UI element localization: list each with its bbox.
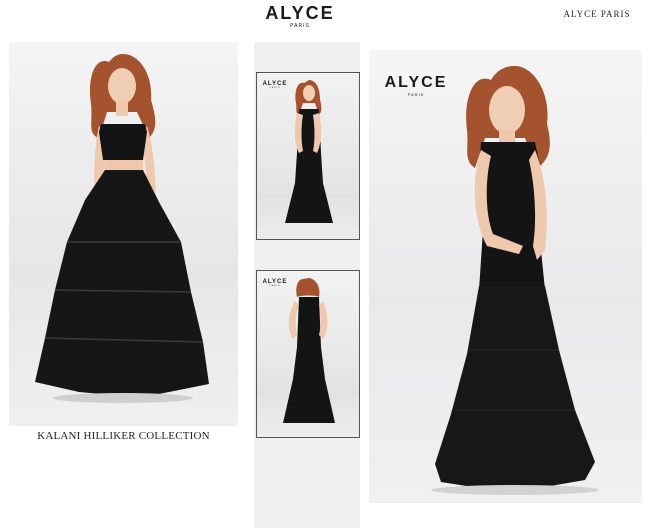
collection-caption: KALANI HILLIKER COLLECTION — [37, 430, 210, 442]
model-mermaid-gown-front-figure — [285, 80, 333, 223]
model-mermaid-gown-back-figure — [283, 278, 335, 423]
model-two-piece-gown-figure — [35, 54, 209, 403]
model-mermaid-gown-main-figure — [431, 66, 599, 495]
alyce-logo-header[interactable]: ALYCE PARIS — [255, 3, 345, 29]
logo-word: ALYCE — [265, 3, 335, 23]
mermaid-gown-main-photo[interactable]: ALYCE PARIS — [369, 50, 642, 503]
brand-name[interactable]: ALYCE PARIS — [552, 9, 642, 19]
thumbnail-back-view[interactable]: ALYCE PARIS — [256, 270, 360, 438]
thumbnail-front-view[interactable]: ALYCE PARIS — [256, 72, 360, 240]
two-piece-gown-photo[interactable] — [9, 42, 238, 426]
